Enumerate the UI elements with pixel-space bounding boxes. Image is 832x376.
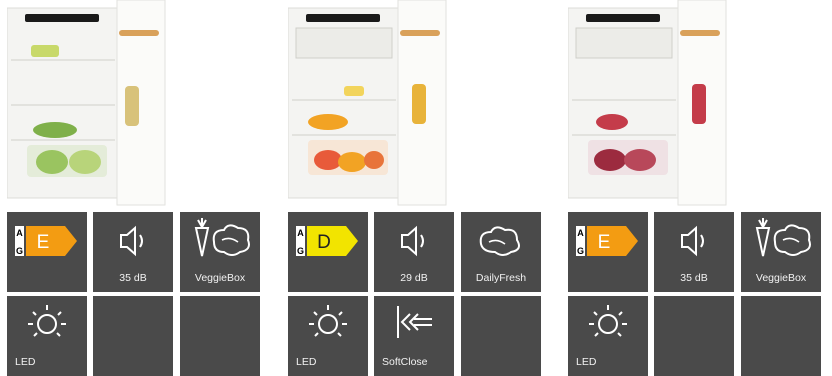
energy-class-tile: A G E — [7, 212, 87, 292]
speaker-icon — [681, 225, 704, 257]
feature-label: DailyFresh — [475, 272, 527, 284]
led-light-tile: LED — [568, 296, 648, 376]
svg-text:A: A — [16, 228, 23, 238]
led-light-tile: LED — [7, 296, 87, 376]
speaker-icon — [120, 225, 143, 257]
product-card-3[interactable]: A G E 35 dB VeggieBox LED — [568, 0, 830, 376]
veggiebox-icon — [194, 218, 250, 257]
fridge-image[interactable] — [568, 0, 830, 208]
energy-class-tile: A G E — [568, 212, 648, 292]
fridge-image[interactable] — [288, 0, 550, 208]
energy-class-tile: A G D — [288, 212, 368, 292]
speaker-icon — [401, 225, 424, 257]
led-label: LED — [296, 356, 317, 368]
feature-tile: VeggieBox — [180, 212, 260, 292]
noise-label: 35 dB — [680, 272, 708, 284]
feature-label: VeggieBox — [194, 272, 246, 284]
led-light-tile: LED — [288, 296, 368, 376]
empty-tile — [461, 296, 541, 376]
empty-tile — [654, 296, 734, 376]
noise-level-tile: 35 dB — [93, 212, 173, 292]
svg-text:D: D — [317, 232, 331, 253]
noise-level-tile: 29 dB — [374, 212, 454, 292]
svg-text:G: G — [577, 246, 584, 256]
veggiebox-icon — [755, 218, 811, 257]
fridge-image[interactable] — [7, 0, 269, 208]
feature-tile: VeggieBox — [741, 212, 821, 292]
led-label: LED — [576, 356, 597, 368]
led-label: LED — [15, 356, 36, 368]
product-card-2[interactable]: A G D 29 dB DailyFresh LED SoftClose — [288, 0, 550, 376]
dailyfresh-icon — [479, 226, 520, 256]
energy-label-icon: A G D — [296, 226, 358, 256]
svg-text:A: A — [297, 228, 304, 238]
svg-text:G: G — [297, 246, 304, 256]
softclose-label: SoftClose — [382, 356, 428, 368]
noise-label: 29 dB — [400, 272, 428, 284]
feature-label: VeggieBox — [755, 272, 807, 284]
light-bulb-icon — [309, 305, 347, 337]
softclose-icon — [397, 306, 432, 338]
product-card-1[interactable]: A G E 35 dB VeggieBox LED — [7, 0, 269, 376]
feature-tile: DailyFresh — [461, 212, 541, 292]
noise-level-tile: 35 dB — [654, 212, 734, 292]
energy-label-icon: A G E — [15, 226, 77, 256]
svg-text:G: G — [16, 246, 23, 256]
svg-text:A: A — [577, 228, 584, 238]
softclose-tile: SoftClose — [374, 296, 454, 376]
light-bulb-icon — [28, 305, 66, 337]
empty-tile — [93, 296, 173, 376]
empty-tile — [180, 296, 260, 376]
energy-label-icon: A G E — [576, 226, 638, 256]
svg-text:E: E — [37, 232, 50, 253]
empty-tile — [741, 296, 821, 376]
light-bulb-icon — [589, 305, 627, 337]
noise-label: 35 dB — [119, 272, 147, 284]
svg-text:E: E — [598, 232, 611, 253]
